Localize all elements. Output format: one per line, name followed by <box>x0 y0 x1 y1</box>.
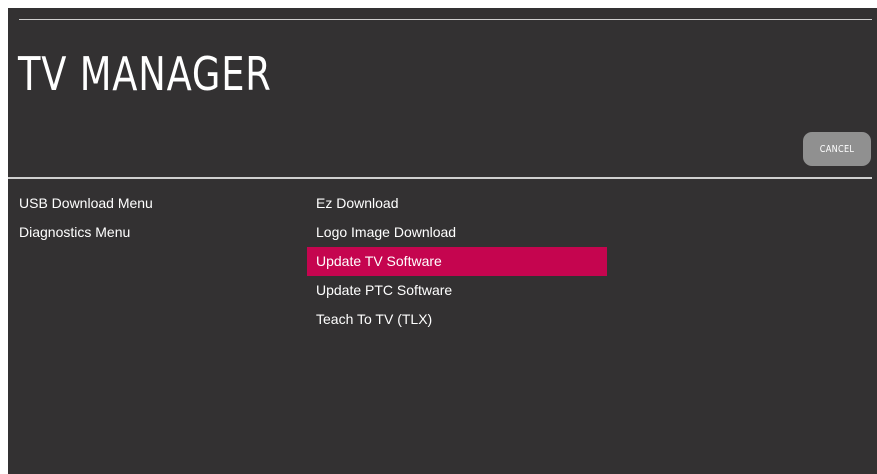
top-divider <box>19 19 872 20</box>
cancel-button[interactable]: CANCEL <box>803 132 871 166</box>
submenu-list: Ez Download Logo Image Download Update T… <box>307 189 607 334</box>
header-divider <box>8 177 872 179</box>
menu-item-usb-download[interactable]: USB Download Menu <box>19 189 279 218</box>
menu-item-diagnostics[interactable]: Diagnostics Menu <box>19 218 279 247</box>
submenu-item-teach-to-tv[interactable]: Teach To TV (TLX) <box>307 305 607 334</box>
submenu-item-update-ptc-software[interactable]: Update PTC Software <box>307 276 607 305</box>
page-title: TV MANAGER <box>18 47 272 101</box>
cancel-button-label: CANCEL <box>819 143 855 155</box>
submenu-item-ez-download[interactable]: Ez Download <box>307 189 607 218</box>
submenu-item-logo-image-download[interactable]: Logo Image Download <box>307 218 607 247</box>
submenu-item-update-tv-software[interactable]: Update TV Software <box>307 247 607 276</box>
tv-manager-screen: TV MANAGER CANCEL USB Download Menu Diag… <box>8 8 877 474</box>
category-menu: USB Download Menu Diagnostics Menu <box>19 189 279 247</box>
